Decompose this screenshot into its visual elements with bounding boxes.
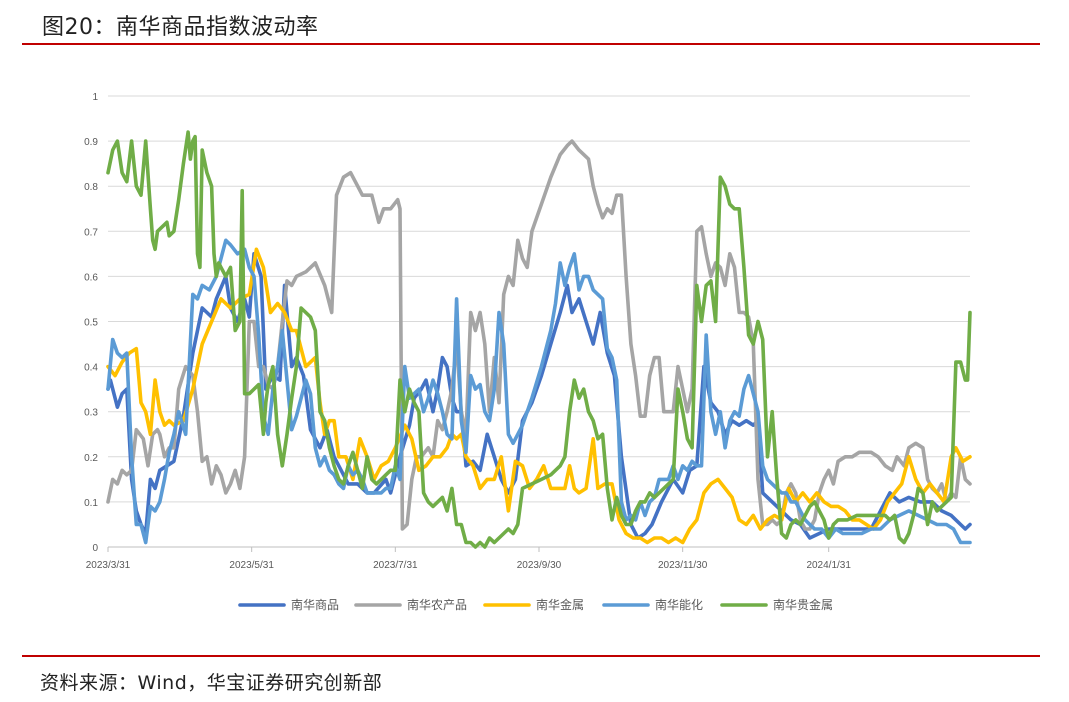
y-tick-label: 0.1 — [84, 498, 98, 509]
series-line-3 — [106, 247, 972, 545]
x-tick-label: 2023/5/31 — [229, 560, 274, 571]
series-line-2 — [106, 139, 972, 531]
x-tick-label: 2023/3/31 — [86, 560, 131, 571]
legend-label: 南华贵金属 — [773, 597, 833, 612]
legend-label: 南华商品 — [291, 597, 339, 612]
y-tick-label: 1 — [92, 92, 98, 103]
series-line-4 — [106, 238, 972, 545]
x-tick-label: 2023/9/30 — [517, 560, 562, 571]
x-tick-label: 2024/1/31 — [806, 560, 851, 571]
legend-label: 南华能化 — [655, 597, 703, 612]
y-tick-label: 0.8 — [84, 182, 98, 193]
legend-label: 南华金属 — [536, 597, 584, 612]
chart-legend: 南华商品 南华农产品 南华金属 南华能化 南华贵金属 — [238, 597, 833, 612]
y-tick-label: 0.4 — [84, 363, 98, 374]
y-tick-label: 0.5 — [84, 318, 98, 329]
y-tick-label: 0.7 — [84, 227, 98, 238]
y-tick-label: 0.6 — [84, 272, 98, 283]
x-axis-ticks: 2023/3/31 2023/5/31 2023/7/31 2023/9/30 2023… — [86, 547, 851, 571]
y-tick-label: 0.2 — [84, 453, 98, 464]
y-tick-label: 0.3 — [84, 408, 98, 419]
y-axis-ticks: 0 0.1 0.2 0.3 0.4 0.5 0.6 0.7 0.8 0.9 1 — [84, 92, 98, 554]
series-lines — [106, 130, 972, 549]
legend-label: 南华农产品 — [407, 597, 467, 612]
volatility-line-chart: 00.10.20.30.40.50.60.70.80.91 2023/3/31 2… — [84, 92, 972, 612]
y-tick-label: 0.9 — [84, 137, 98, 148]
source-note: 资料来源：Wind，华宝证券研究创新部 — [40, 672, 383, 694]
y-tick-label: 0 — [92, 543, 98, 554]
x-tick-label: 2023/11/30 — [658, 560, 708, 571]
x-tick-label: 2023/7/31 — [373, 560, 418, 571]
series-line-1 — [106, 252, 972, 540]
bottom-divider — [22, 655, 1040, 657]
